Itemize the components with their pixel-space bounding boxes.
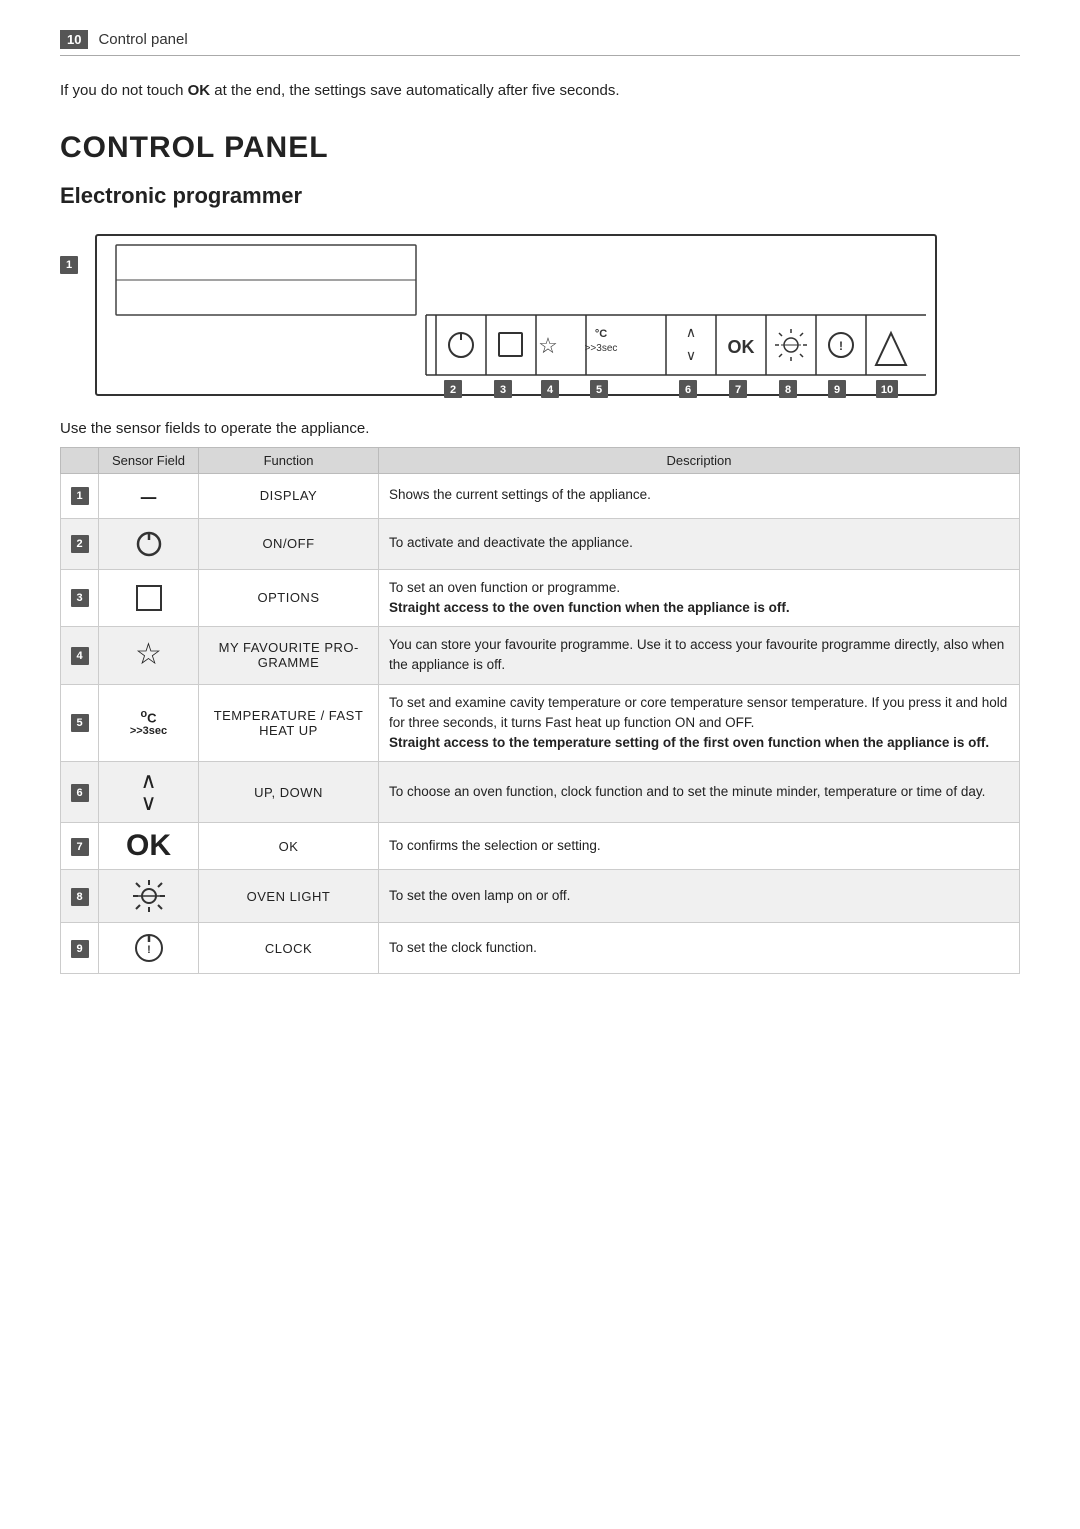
table-row: 8 xyxy=(61,870,1020,923)
svg-text:9: 9 xyxy=(834,384,840,396)
description-text: To set the clock function. xyxy=(379,923,1020,974)
table-row: 6 ∧ ∨ UP, DOWN To choose an oven functio… xyxy=(61,762,1020,823)
col-header-sensor: Sensor Field xyxy=(99,447,199,473)
row-num-badge: 1 xyxy=(61,473,99,518)
svg-text:☆: ☆ xyxy=(538,333,558,358)
function-label: UP, DOWN xyxy=(199,762,379,823)
description-text: To choose an oven function, clock functi… xyxy=(379,762,1020,823)
function-label: OPTIONS xyxy=(199,569,379,627)
function-label: OK xyxy=(199,823,379,870)
col-header-num xyxy=(61,447,99,473)
description-text: Shows the current settings of the applia… xyxy=(379,473,1020,518)
row-num-badge: 5 xyxy=(61,684,99,762)
svg-text:4: 4 xyxy=(547,384,554,396)
power-icon xyxy=(109,527,188,561)
function-label: ON/OFF xyxy=(199,518,379,569)
table-header-row: Sensor Field Function Description xyxy=(61,447,1020,473)
features-table: Sensor Field Function Description 1 – DI… xyxy=(60,447,1020,975)
svg-text:OK: OK xyxy=(728,337,755,357)
subsection-title: Electronic programmer xyxy=(60,183,1020,209)
col-header-description: Description xyxy=(379,447,1020,473)
clock-icon: ! xyxy=(109,931,188,965)
sensor-field xyxy=(99,870,199,923)
function-label: TEMPERATURE / FAST HEAT UP xyxy=(199,684,379,762)
star-icon: ☆ xyxy=(109,640,188,670)
instruction-text: Use the sensor fields to operate the app… xyxy=(60,420,1020,437)
description-text: To activate and deactivate the appliance… xyxy=(379,518,1020,569)
temp-icon: oC >>3sec xyxy=(109,709,188,738)
table-row: 3 OPTIONS To set an oven function or pro… xyxy=(61,569,1020,627)
page-number: 10 xyxy=(60,30,88,49)
svg-text:7: 7 xyxy=(735,384,741,396)
table-row: 2 ON/OFF To activate and deactivate the … xyxy=(61,518,1020,569)
header-title: Control panel xyxy=(98,31,187,48)
row-num-badge: 2 xyxy=(61,518,99,569)
sensor-field xyxy=(99,518,199,569)
up-down-icon: ∧ ∨ xyxy=(109,770,188,814)
description-text: To confirms the selection or setting. xyxy=(379,823,1020,870)
table-row: 4 ☆ MY FAVOURITE PRO­GRAMME You can stor… xyxy=(61,627,1020,685)
svg-text:°C: °C xyxy=(595,328,607,340)
section-title: CONTROL PANEL xyxy=(60,131,1020,165)
svg-text:∧: ∧ xyxy=(686,324,696,340)
sensor-field: ☆ xyxy=(99,627,199,685)
table-row: 1 – DISPLAY Shows the current settings o… xyxy=(61,473,1020,518)
sensor-field: oC >>3sec xyxy=(99,684,199,762)
svg-text:3: 3 xyxy=(500,384,506,396)
panel-svg-wrap: ☆ °C >>3sec ∧ ∨ OK ! xyxy=(86,225,1020,410)
svg-text:2: 2 xyxy=(450,384,456,396)
function-label: MY FAVOURITE PRO­GRAMME xyxy=(199,627,379,685)
sensor-field: ∧ ∨ xyxy=(99,762,199,823)
control-panel-diagram: ☆ °C >>3sec ∧ ∨ OK ! xyxy=(86,225,946,405)
diagram-area: 1 xyxy=(60,225,1020,410)
sensor-field: ! xyxy=(99,923,199,974)
sensor-field: – xyxy=(99,473,199,518)
description-text: You can store your favourite programme. … xyxy=(379,627,1020,685)
row-num-badge: 9 xyxy=(61,923,99,974)
svg-text:10: 10 xyxy=(881,384,893,396)
diagram-badge-1: 1 xyxy=(60,255,78,274)
oven-light-icon xyxy=(109,878,188,914)
svg-text:>>3sec: >>3sec xyxy=(585,343,618,354)
svg-text:!: ! xyxy=(147,944,151,956)
intro-text: If you do not touch OK at the end, the s… xyxy=(60,80,1020,103)
col-header-function: Function xyxy=(199,447,379,473)
description-text: To set the oven lamp on or off. xyxy=(379,870,1020,923)
row-num-badge: 3 xyxy=(61,569,99,627)
row-num-badge: 6 xyxy=(61,762,99,823)
description-text: To set an oven function or programme.Str… xyxy=(379,569,1020,627)
svg-text:8: 8 xyxy=(785,384,791,396)
sensor-field xyxy=(99,569,199,627)
options-icon xyxy=(109,585,188,611)
description-text: To set and examine cavity temperature or… xyxy=(379,684,1020,762)
table-row: 5 oC >>3sec TEMPERATURE / FAST HEAT UP T… xyxy=(61,684,1020,762)
function-label: OVEN LIGHT xyxy=(199,870,379,923)
svg-text:6: 6 xyxy=(685,384,691,396)
sensor-field: OK xyxy=(99,823,199,870)
row-num-badge: 7 xyxy=(61,823,99,870)
svg-text:!: ! xyxy=(839,339,843,353)
table-row: 7 OK OK To confirms the selection or set… xyxy=(61,823,1020,870)
svg-text:∨: ∨ xyxy=(686,347,696,363)
svg-text:5: 5 xyxy=(596,384,602,396)
table-row: 9 ! CLOCK To set the clock function. xyxy=(61,923,1020,974)
function-label: CLOCK xyxy=(199,923,379,974)
ok-icon: OK xyxy=(109,831,188,861)
page-header: 10 Control panel xyxy=(60,30,1020,56)
function-label: DISPLAY xyxy=(199,473,379,518)
row-num-badge: 8 xyxy=(61,870,99,923)
row-num-badge: 4 xyxy=(61,627,99,685)
